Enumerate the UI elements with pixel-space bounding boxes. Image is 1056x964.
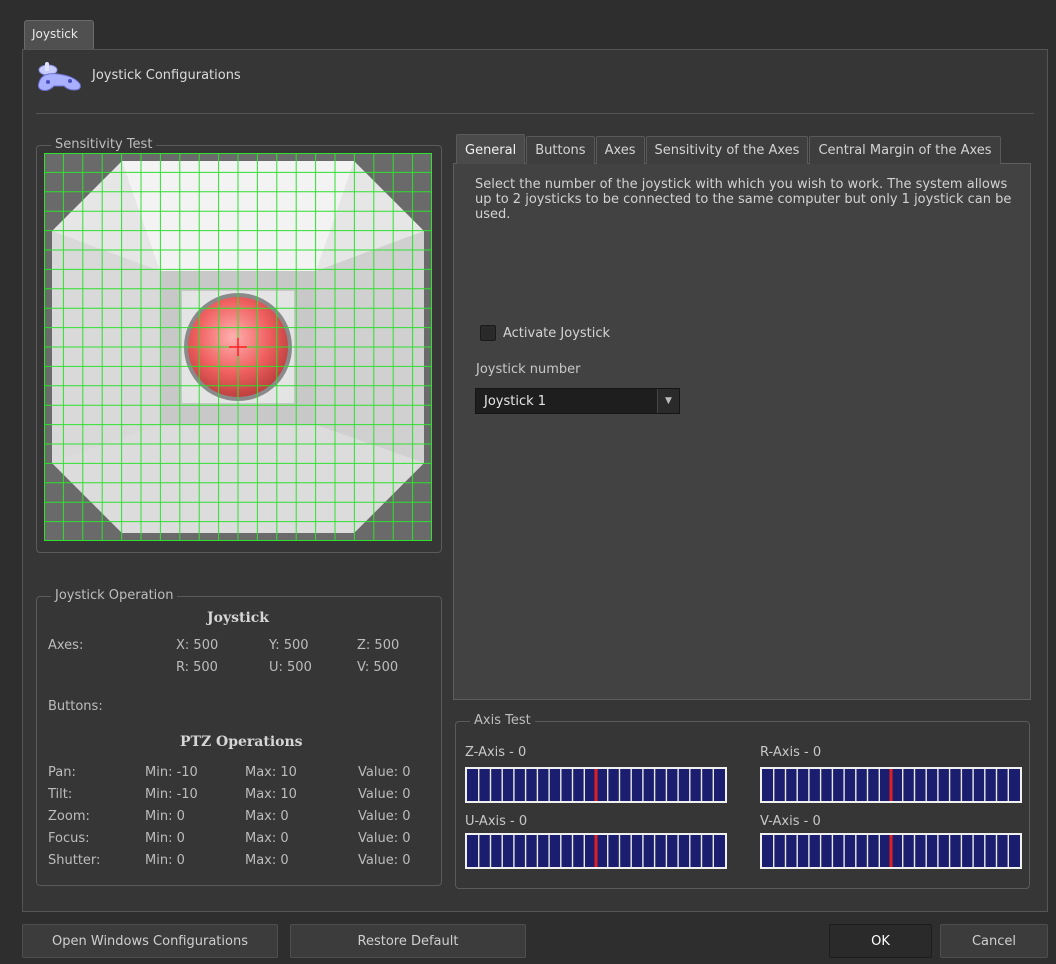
ptz-focus-label: Focus:	[48, 831, 90, 846]
open-windows-configurations-button[interactable]: Open Windows Configurations	[22, 924, 278, 958]
header-title: Joystick Configurations	[92, 68, 241, 83]
tab-central-margin-of-axes[interactable]: Central Margin of the Axes	[809, 136, 1001, 164]
axis-test-title: Axis Test	[470, 713, 535, 728]
z-axis-bar	[465, 767, 727, 803]
joystick-operation-title: Joystick Operation	[51, 588, 178, 603]
tab-general[interactable]: General	[456, 134, 526, 164]
ptz-zoom-min: Min: 0	[145, 809, 185, 824]
ptz-pan-max: Max: 10	[245, 765, 297, 780]
cancel-button[interactable]: Cancel	[940, 924, 1048, 958]
sensitivity-test-title: Sensitivity Test	[51, 137, 157, 152]
ptz-shutter-value: Value: 0	[358, 853, 411, 868]
general-tab-panel	[453, 163, 1031, 700]
r-axis-label: R-Axis - 0	[760, 745, 822, 760]
ptz-heading: PTZ Operations	[180, 734, 303, 750]
general-description: Select the number of the joystick with w…	[475, 177, 1012, 222]
ptz-tilt-min: Min: -10	[145, 787, 198, 802]
ptz-focus-value: Value: 0	[358, 831, 411, 846]
config-tabstrip: General Buttons Axes Sensitivity of the …	[456, 134, 1002, 164]
v-axis-label: V-Axis - 0	[760, 814, 821, 829]
chevron-down-icon[interactable]: ▼	[657, 389, 679, 413]
activate-joystick-label[interactable]: Activate Joystick	[503, 326, 610, 341]
ptz-focus-min: Min: 0	[145, 831, 185, 846]
ptz-pan-min: Min: -10	[145, 765, 198, 780]
ptz-shutter-label: Shutter:	[48, 853, 101, 868]
axis-x-value: X: 500	[176, 638, 219, 653]
axis-r-value: R: 500	[176, 660, 218, 675]
buttons-label: Buttons:	[48, 699, 103, 714]
axis-test-group: Axis Test Z-Axis - 0 R-Axis - 0 U-Axis -…	[455, 713, 1030, 889]
ptz-tilt-max: Max: 10	[245, 787, 297, 802]
ok-button[interactable]: OK	[829, 924, 932, 958]
ptz-focus-max: Max: 0	[245, 831, 289, 846]
z-axis-label: Z-Axis - 0	[465, 745, 527, 760]
ptz-pan-label: Pan:	[48, 765, 76, 780]
joystick-number-value: Joystick 1	[484, 394, 547, 409]
ptz-zoom-label: Zoom:	[48, 809, 90, 824]
tab-joystick[interactable]: Joystick	[24, 20, 94, 50]
axis-z-value: Z: 500	[357, 638, 400, 653]
v-axis-bar	[760, 833, 1022, 869]
r-axis-bar	[760, 767, 1022, 803]
joystick-heading: Joystick	[207, 610, 269, 626]
axis-y-value: Y: 500	[269, 638, 309, 653]
u-axis-label: U-Axis - 0	[465, 814, 528, 829]
header-separator	[36, 113, 1034, 114]
ptz-shutter-max: Max: 0	[245, 853, 289, 868]
joystick-operation-group: Joystick Operation Joystick Axes: X: 500…	[36, 588, 442, 886]
ptz-pan-value: Value: 0	[358, 765, 411, 780]
ptz-tilt-label: Tilt:	[48, 787, 73, 802]
axis-v-value: V: 500	[357, 660, 399, 675]
ptz-zoom-max: Max: 0	[245, 809, 289, 824]
restore-default-button[interactable]: Restore Default	[290, 924, 526, 958]
u-axis-bar	[465, 833, 727, 869]
axis-u-value: U: 500	[269, 660, 312, 675]
sensitivity-test-canvas	[44, 153, 432, 541]
ptz-tilt-value: Value: 0	[358, 787, 411, 802]
joystick-icon	[37, 62, 81, 91]
axes-label: Axes:	[48, 638, 84, 653]
tab-buttons[interactable]: Buttons	[526, 136, 595, 164]
joystick-number-label: Joystick number	[476, 362, 581, 377]
joystick-number-select[interactable]: Joystick 1 ▼	[475, 388, 680, 414]
ptz-shutter-min: Min: 0	[145, 853, 185, 868]
ptz-zoom-value: Value: 0	[358, 809, 411, 824]
tab-sensitivity-of-axes[interactable]: Sensitivity of the Axes	[645, 136, 809, 164]
activate-joystick-checkbox[interactable]	[480, 325, 496, 341]
tab-axes[interactable]: Axes	[595, 136, 645, 164]
